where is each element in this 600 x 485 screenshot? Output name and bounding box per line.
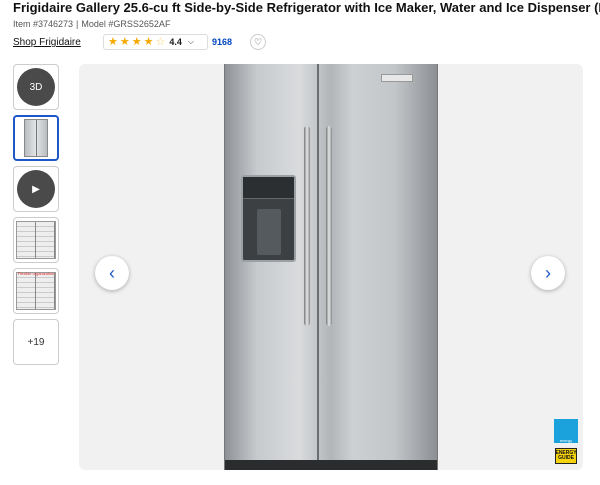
previous-image-button[interactable]: ‹: [95, 256, 129, 290]
brand-logo-plate: [381, 74, 413, 82]
rating-stars: ★ ★ ★ ★ ☆: [108, 35, 167, 48]
star-icon: ★: [143, 35, 154, 48]
refrigerator-base: [225, 460, 437, 470]
chevron-right-icon: ›: [545, 262, 551, 283]
thumbnail-caption: Flexible organization: [17, 271, 55, 276]
model-number: Model #GRSS2652AF: [81, 19, 171, 29]
left-door-handle: [304, 126, 310, 326]
chevron-down-icon: ⌵: [187, 37, 194, 46]
star-half-icon: ☆: [155, 35, 166, 48]
thumbnail-open-doors[interactable]: [13, 217, 59, 263]
main-product-image: ‹ › energy ENERGY GUIDE: [79, 64, 583, 470]
favorite-button[interactable]: ♡: [250, 34, 266, 50]
thumbnail-organization[interactable]: Flexible organization: [13, 268, 59, 314]
fridge-organization-thumbnail-image: [16, 272, 56, 310]
rating-value: 4.4: [169, 37, 182, 47]
thumbnail-video[interactable]: ▶: [13, 166, 59, 212]
star-icon: ★: [131, 35, 142, 48]
more-images-count: +19: [27, 336, 45, 348]
star-icon: ★: [119, 35, 130, 48]
item-number: Item #3746273: [13, 19, 74, 29]
right-door-handle: [326, 126, 332, 326]
meta-separator: |: [76, 19, 79, 29]
play-icon: ▶: [17, 170, 55, 208]
dispenser-bay: [257, 209, 281, 255]
next-image-button[interactable]: ›: [531, 256, 565, 290]
thumbnail-3d-label: 3D: [29, 81, 43, 93]
thumbnail-front[interactable]: [13, 115, 59, 161]
product-title: Frigidaire Gallery 25.6-cu ft Side-by-Si…: [13, 0, 600, 15]
rating-summary[interactable]: ★ ★ ★ ★ ☆ 4.4 ⌵: [103, 34, 208, 50]
heart-icon: ♡: [253, 36, 263, 47]
fridge-thumbnail-image: [24, 119, 48, 157]
review-count-link[interactable]: 9168: [212, 37, 232, 47]
energy-star-badge[interactable]: energy: [554, 419, 578, 443]
door-seam: [317, 64, 319, 460]
refrigerator-image: [224, 64, 438, 470]
star-icon: ★: [108, 35, 118, 48]
thumbnail-list: 3D ▶ Flexible organization +19: [13, 64, 59, 370]
thumbnail-3d[interactable]: 3D: [13, 64, 59, 110]
dispenser-control-panel: [243, 177, 294, 199]
cube-3d-icon: 3D: [17, 68, 55, 106]
shop-brand-link[interactable]: Shop Frigidaire: [13, 37, 81, 48]
water-ice-dispenser: [241, 175, 296, 262]
energy-guide-label: ENERGY GUIDE: [555, 450, 577, 461]
thumbnail-more[interactable]: +19: [13, 319, 59, 365]
chevron-left-icon: ‹: [109, 262, 115, 283]
fridge-open-thumbnail-image: [16, 221, 56, 259]
energy-star-label: energy: [559, 438, 573, 443]
energy-guide-badge[interactable]: ENERGY GUIDE: [555, 448, 577, 464]
product-meta: Item #3746273 | Model #GRSS2652AF: [13, 19, 170, 29]
